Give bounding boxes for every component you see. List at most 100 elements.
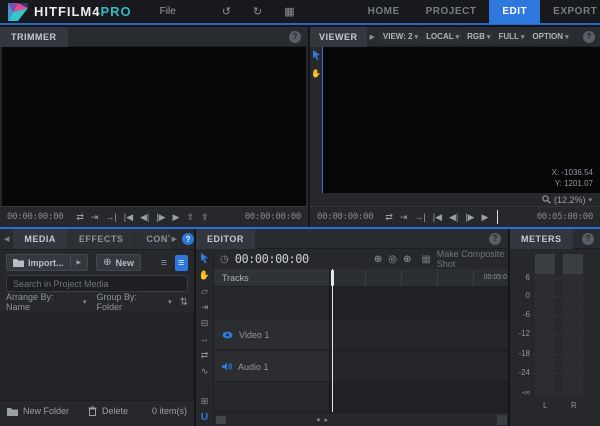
viewer-tab[interactable]: VIEWER [310,26,367,47]
coordinate-y: Y: 1201.07 [554,179,593,188]
audio-track-header[interactable]: Audio 1 [214,352,329,382]
delete-button[interactable]: Delete [102,406,128,416]
viewer-help-icon[interactable]: ? [583,30,595,43]
view-mode-dropdown[interactable]: VIEW: 2 ▾ [379,29,422,44]
goto-start-icon[interactable]: |◀ [124,212,133,222]
timeline-playhead[interactable] [332,269,333,412]
media-help-icon[interactable]: ? [182,233,194,245]
workspace-grid-icon[interactable]: ▦ [284,5,294,18]
trimmer-tab[interactable]: TRIMMER [0,26,68,47]
insert-to-timeline-icon[interactable]: ⇧ [186,212,194,222]
slice-tool-icon[interactable]: ▱ [201,287,208,296]
scrollbar-handle[interactable] [216,415,226,424]
grid-toggle-icon[interactable]: ⊞ [201,397,209,406]
media-list-area[interactable] [0,312,194,401]
editor-help-icon[interactable]: ? [489,232,501,245]
play-button[interactable]: ▶ [173,212,180,222]
chevron-down-icon: ▾ [520,33,525,41]
options-dropdown[interactable]: OPTION ▾ [529,29,570,44]
list-view-icon[interactable]: ≡ [157,255,170,271]
trimmer-preview [2,47,306,206]
loop-playback-icon[interactable]: ⇄ [385,212,393,222]
tab-edit[interactable]: EDIT [489,0,541,24]
slide-tool-icon[interactable]: ⇄ [201,351,209,360]
tab-scroll-left-icon[interactable]: ◀ [0,235,13,243]
meters-tab[interactable]: METERS [510,228,573,249]
viewer-seek-bar[interactable] [495,210,529,224]
meters-body: 6 0 -6 -12 -18 -24 -∞ L R [510,249,600,426]
redo-icon[interactable]: ↻ [253,5,262,18]
group-by-dropdown[interactable]: Group By: Folder [97,292,165,312]
ripple-edit-tool-icon[interactable]: ⇥ [201,303,209,312]
sort-direction-icon[interactable]: ⇅ [180,297,188,308]
out-point-button[interactable]: ⊕ [403,254,411,265]
tab-home[interactable]: HOME [355,0,413,24]
rate-stretch-tool-icon[interactable]: ∿ [201,367,209,376]
in-point-button[interactable]: ⊕ [374,254,382,265]
search-input[interactable] [6,275,188,292]
tab-project[interactable]: PROJECT [413,0,490,24]
goto-in-icon[interactable]: →| [105,212,116,222]
tracks-header-row: Tracks [214,269,329,287]
tab-export[interactable]: EXPORT [540,0,600,24]
trimmer-help-icon[interactable]: ? [289,30,301,43]
universal-tool-icon[interactable]: U [201,413,208,423]
playhead-handle[interactable] [331,270,334,286]
tab-controls[interactable]: CONTROL [135,229,170,249]
import-menu-arrow-icon[interactable]: ▶ [77,259,82,266]
meters-panel: METERS ? 6 0 -6 -12 -18 -24 -∞ L R [510,228,600,426]
select-tool-icon[interactable] [200,253,209,264]
viewer-end-timecode: 00:05:00:00 [536,212,594,222]
step-back-icon[interactable]: ◀| [449,212,458,222]
file-menu[interactable]: File [160,6,176,17]
import-button[interactable]: Import... ▶ [6,254,89,271]
tab-effects[interactable]: EFFECTS [67,229,135,249]
editor-timecode[interactable]: 00:00:00:00 [235,252,309,266]
quality-dropdown[interactable]: FULL ▾ [495,29,528,44]
step-forward-icon[interactable]: |▶ [156,212,165,222]
channel-dropdown[interactable]: RGB ▾ [464,29,494,44]
new-folder-button[interactable]: New Folder [23,406,69,416]
overlay-to-timeline-icon[interactable]: ⇪ [201,212,209,222]
roll-edit-tool-icon[interactable]: ⊟ [201,319,209,328]
timeline-zoom-arrow-icon[interactable]: ▸ [324,416,328,424]
arrange-by-dropdown[interactable]: Arrange By: Name [6,292,79,312]
editor-horizontal-scrollbar[interactable]: ▲ ▸ [214,412,508,426]
undo-icon[interactable]: ↺ [222,5,231,18]
left-level-meter [535,254,555,397]
new-button[interactable]: ⊕ New [96,254,142,271]
color-space-dropdown[interactable]: LOCAL ▾ [423,29,463,44]
audio-track-lane[interactable] [330,352,508,382]
viewer-canvas[interactable]: X: -1036.54 Y: 1201.07 [323,47,600,193]
seek-playhead[interactable] [497,210,499,224]
video-track-header[interactable]: Video 1 [214,320,329,350]
current-frame-button[interactable]: ◎ [388,254,397,265]
viewer-expand-icon[interactable]: ▶ [370,33,375,41]
goto-start-icon[interactable]: |◀ [433,212,442,222]
timeline-zoom-out-icon[interactable]: ▲ [316,417,322,423]
track-audio-icon[interactable] [222,362,232,371]
timeline-ruler[interactable]: 00:05:0 [330,269,508,287]
goto-in-icon[interactable]: →| [414,212,425,222]
slip-tool-icon[interactable]: ↔ [200,335,209,344]
channel-value: RGB [467,32,485,41]
editor-tab[interactable]: EDITOR [196,228,255,249]
tab-media[interactable]: MEDIA [13,229,67,249]
viewer-zoom-control[interactable]: (12.2%) ▾ [310,193,600,206]
step-forward-icon[interactable]: |▶ [465,212,474,222]
hand-tool-icon[interactable]: ✋ [199,271,210,280]
play-button[interactable]: ▶ [482,212,489,222]
loop-playback-icon[interactable]: ⇄ [76,212,84,222]
select-tool-icon[interactable] [312,50,321,61]
detail-view-icon[interactable]: ≡ [174,254,188,271]
meters-help-icon[interactable]: ? [582,232,594,245]
video-track-lane[interactable] [330,320,508,350]
tab-scroll-right-icon[interactable]: ▶ [170,235,179,243]
track-visibility-icon[interactable] [222,331,233,339]
export-frame-icon[interactable]: ⇥ [91,212,99,222]
make-composite-shot-button[interactable]: Make Composite Shot [437,249,508,269]
step-back-icon[interactable]: ◀| [140,212,149,222]
hand-tool-icon[interactable]: ✋ [311,69,321,78]
export-frame-icon[interactable]: ⇥ [400,212,408,222]
scale-minus18: -18 [518,349,530,358]
